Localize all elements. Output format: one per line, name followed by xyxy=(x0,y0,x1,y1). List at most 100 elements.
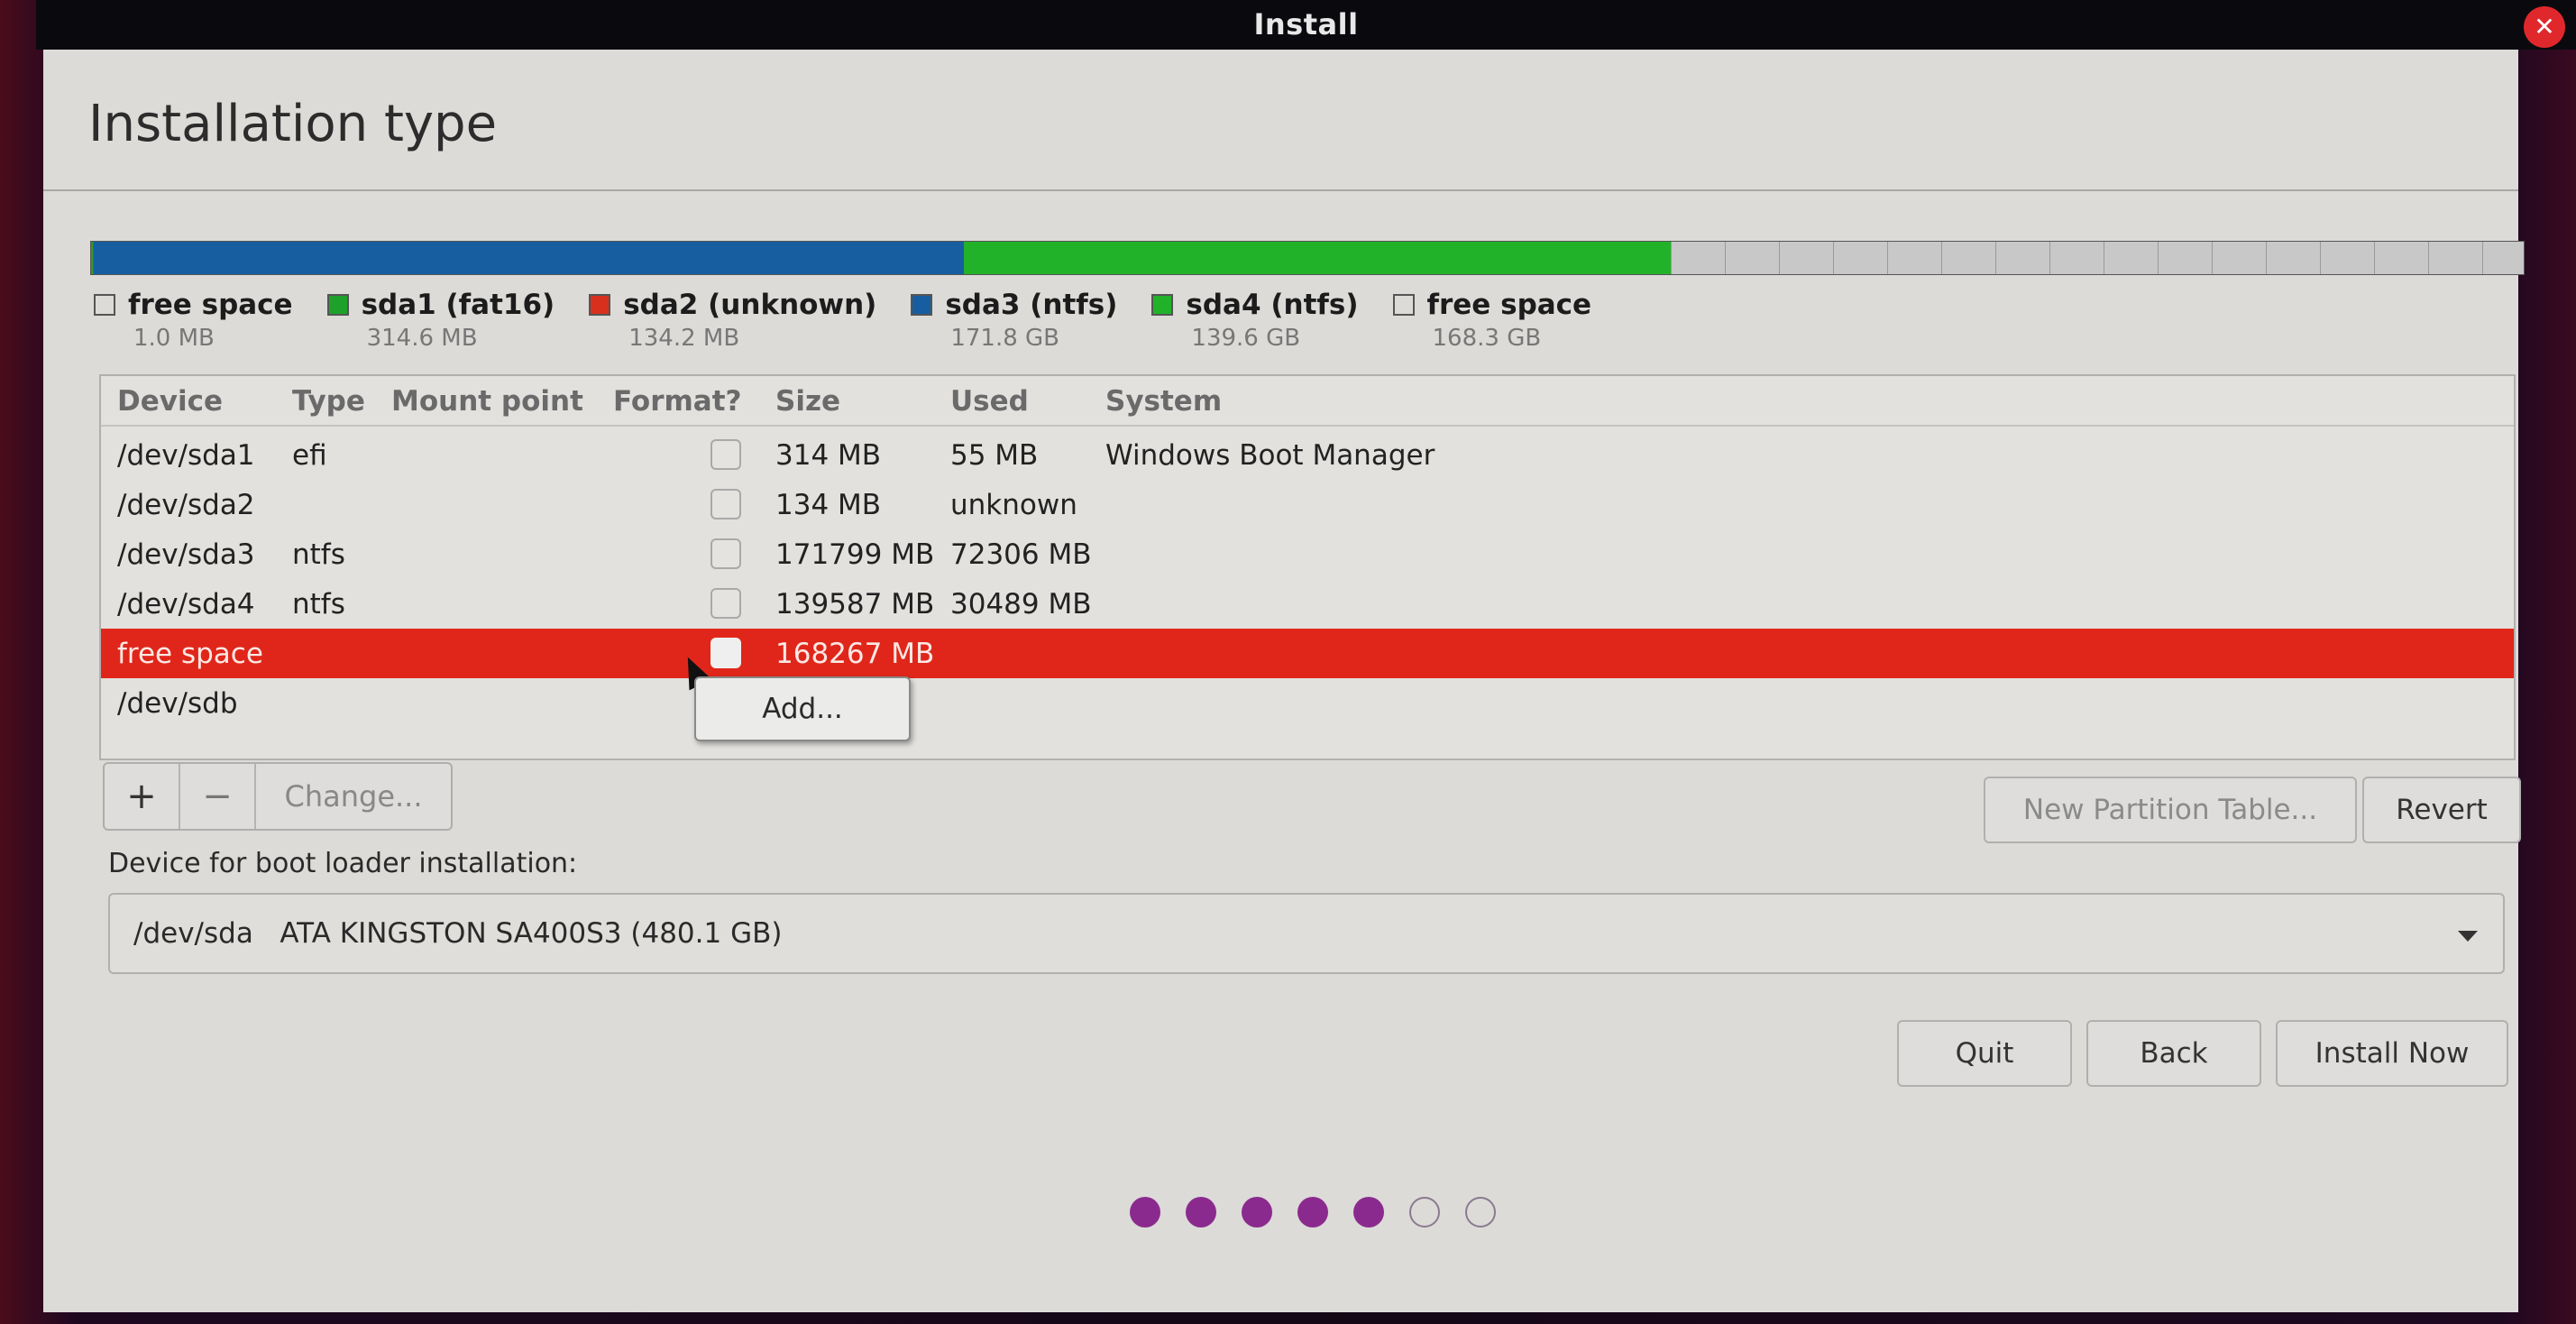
column-header-format[interactable]: Format? xyxy=(613,385,742,418)
cell-type: ntfs xyxy=(292,538,345,571)
cell-device: /dev/sda4 xyxy=(117,588,255,621)
installer-window: Installation type free space 1.0 MB sda1 (… xyxy=(43,50,2525,1312)
table-row[interactable]: free space 168267 MB xyxy=(101,629,2514,678)
cell-type: efi xyxy=(292,439,327,472)
legend-name: sda1 (fat16) xyxy=(361,289,555,321)
cell-system: Windows Boot Manager xyxy=(1105,439,1435,472)
legend-item: sda2 (unknown) 134.2 MB xyxy=(589,289,876,352)
partition-segment-sda3 xyxy=(93,242,964,274)
partition-table: Device Type Mount point Format? Size Use… xyxy=(99,374,2516,760)
legend-size: 171.8 GB xyxy=(950,325,1059,352)
legend-swatch xyxy=(1392,294,1415,316)
cell-device: free space xyxy=(117,638,263,670)
cell-device: /dev/sdb xyxy=(117,687,238,720)
legend-name: sda4 (ntfs) xyxy=(1186,289,1359,321)
legend-item-header: sda4 (ntfs) xyxy=(1151,289,1359,321)
back-button[interactable]: Back xyxy=(2086,1020,2261,1087)
legend-size: 168.3 GB xyxy=(1432,325,1542,352)
legend-size: 1.0 MB xyxy=(133,325,215,352)
partition-toolbar: + − Change... xyxy=(103,762,453,831)
legend-name: sda2 (unknown) xyxy=(623,289,877,321)
window-title: Install xyxy=(1253,7,1359,41)
step-dot-completed xyxy=(1242,1197,1272,1227)
column-header-used[interactable]: Used xyxy=(950,385,1029,418)
quit-button[interactable]: Quit xyxy=(1897,1020,2072,1087)
table-row[interactable]: /dev/sdb xyxy=(101,678,2514,728)
step-progress-indicator xyxy=(1130,1197,1521,1227)
cell-used: unknown xyxy=(950,489,1077,521)
legend-item: sda1 (fat16) 314.6 MB xyxy=(326,289,555,352)
legend-item-header: sda2 (unknown) xyxy=(589,289,876,321)
cell-used: 55 MB xyxy=(950,439,1039,472)
desktop-background: Install ✕ Installation type free space 1.… xyxy=(0,0,2576,1324)
column-header-size[interactable]: Size xyxy=(775,385,840,418)
step-dot-completed xyxy=(1186,1197,1216,1227)
format-checkbox[interactable] xyxy=(710,538,741,569)
window-titlebar[interactable]: Install ✕ xyxy=(36,0,2576,50)
new-partition-table-button[interactable]: New Partition Table... xyxy=(1984,777,2357,843)
legend-item: free space 1.0 MB xyxy=(94,289,293,352)
table-row[interactable]: /dev/sda3 ntfs 171799 MB 72306 MB xyxy=(101,529,2514,579)
column-header-type[interactable]: Type xyxy=(292,385,365,418)
cell-size: 139587 MB xyxy=(775,588,935,621)
legend-item: free space 168.3 GB xyxy=(1392,289,1592,352)
legend-item-header: sda3 (ntfs) xyxy=(911,289,1117,321)
step-dot-pending xyxy=(1409,1197,1440,1227)
cell-device: /dev/sda1 xyxy=(117,439,255,472)
legend-name: sda3 (ntfs) xyxy=(945,289,1118,321)
step-dot-pending xyxy=(1465,1197,1496,1227)
step-dot-completed xyxy=(1297,1197,1328,1227)
column-header-system[interactable]: System xyxy=(1105,385,1222,418)
legend-size: 134.2 MB xyxy=(628,325,740,352)
table-body: /dev/sda1 efi 314 MB 55 MB Windows Boot Mana… xyxy=(101,430,2514,728)
legend-size: 139.6 GB xyxy=(1191,325,1301,352)
partition-bar xyxy=(90,241,2525,275)
change-partition-button[interactable]: Change... xyxy=(256,764,451,829)
legend-swatch xyxy=(589,294,611,316)
table-row[interactable]: /dev/sda4 ntfs 139587 MB 30489 MB xyxy=(101,579,2514,629)
revert-button[interactable]: Revert xyxy=(2362,777,2521,843)
boot-loader-selected-value: /dev/sda ATA KINGSTON SA400S3 (480.1 GB) xyxy=(133,917,783,950)
close-icon: ✕ xyxy=(2534,12,2555,41)
cell-device: /dev/sda2 xyxy=(117,489,255,521)
column-header-device[interactable]: Device xyxy=(117,385,223,418)
boot-loader-label: Device for boot loader installation: xyxy=(108,848,578,879)
table-row[interactable]: /dev/sda1 efi 314 MB 55 MB Windows Boot Mana… xyxy=(101,430,2514,480)
cell-device: /dev/sda3 xyxy=(117,538,255,571)
format-checkbox[interactable] xyxy=(710,588,741,619)
partition-segment-sda4 xyxy=(963,242,1672,274)
add-partition-popup[interactable]: Add... xyxy=(694,676,911,741)
boot-loader-device-select[interactable]: /dev/sda ATA KINGSTON SA400S3 (480.1 GB) xyxy=(108,893,2505,974)
table-header: Device Type Mount point Format? Size Use… xyxy=(101,376,2514,427)
add-partition-menu-item[interactable]: Add... xyxy=(762,693,843,725)
step-dot-completed xyxy=(1130,1197,1160,1227)
cell-used: 30489 MB xyxy=(950,588,1092,621)
format-checkbox[interactable] xyxy=(710,439,741,470)
legend-name: free space xyxy=(128,289,293,321)
cell-size: 168267 MB xyxy=(775,638,935,670)
navigation-buttons: Quit Back Install Now xyxy=(1883,1020,2508,1087)
table-row[interactable]: /dev/sda2 134 MB unknown xyxy=(101,480,2514,529)
cell-type: ntfs xyxy=(292,588,345,621)
header-divider xyxy=(43,189,2518,191)
partition-table-actions: New Partition Table... Revert xyxy=(1984,777,2521,843)
cell-size: 171799 MB xyxy=(775,538,935,571)
column-header-mount-point[interactable]: Mount point xyxy=(391,385,583,418)
page-title: Installation type xyxy=(88,95,498,153)
legend-swatch xyxy=(911,294,933,316)
legend-size: 314.6 MB xyxy=(366,325,478,352)
cell-size: 134 MB xyxy=(775,489,882,521)
legend-name: free space xyxy=(1426,289,1592,321)
cell-used: 72306 MB xyxy=(950,538,1092,571)
install-now-button[interactable]: Install Now xyxy=(2276,1020,2508,1087)
step-dot-completed xyxy=(1353,1197,1384,1227)
format-checkbox[interactable] xyxy=(710,489,741,519)
dropdown-arrow-icon xyxy=(2458,931,2478,942)
legend-swatch xyxy=(326,294,349,316)
add-partition-button[interactable]: + xyxy=(105,764,180,829)
legend-item-header: free space xyxy=(1392,289,1592,321)
remove-partition-button[interactable]: − xyxy=(180,764,256,829)
close-button[interactable]: ✕ xyxy=(2524,6,2565,48)
legend-swatch xyxy=(94,294,115,316)
format-checkbox[interactable] xyxy=(710,638,741,668)
